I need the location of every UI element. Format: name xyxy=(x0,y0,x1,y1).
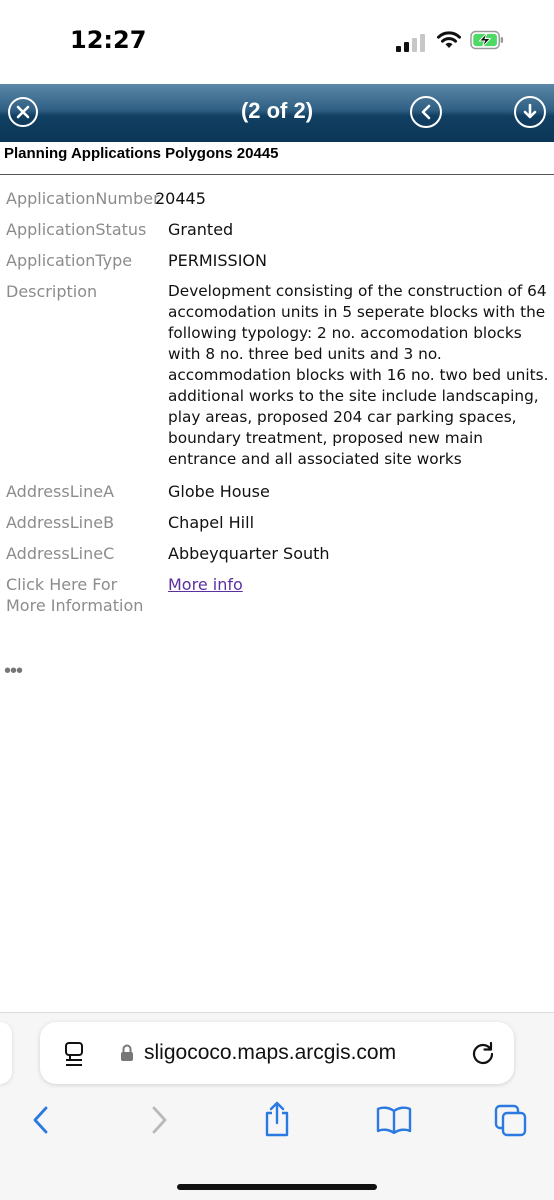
field-label-application-number: ApplicationNumber xyxy=(6,189,160,208)
field-value-application-number: 20445 xyxy=(155,189,206,208)
field-label-address-line-b: AddressLineB xyxy=(6,513,115,532)
signal-icon xyxy=(396,32,426,52)
field-label-address-line-a: AddressLineA xyxy=(6,482,115,501)
reload-icon[interactable] xyxy=(470,1040,496,1066)
status-time: 12:27 xyxy=(70,26,147,54)
feature-counter: (2 of 2) xyxy=(240,98,314,123)
battery-charging-icon xyxy=(470,30,504,50)
url-text[interactable]: sligococo.maps.arcgis.com xyxy=(144,1041,396,1065)
bookmarks-icon[interactable] xyxy=(376,1106,412,1134)
field-value-application-type: PERMISSION xyxy=(168,251,267,270)
reader-icon[interactable] xyxy=(64,1041,86,1067)
home-indicator xyxy=(177,1184,377,1190)
more-actions-button[interactable]: ••• xyxy=(4,660,23,683)
previous-tab-peek[interactable] xyxy=(0,1022,12,1084)
popup-header: (2 of 2) xyxy=(0,84,554,142)
layer-title: Planning Applications Polygons 20445 xyxy=(4,145,279,162)
divider xyxy=(0,174,554,175)
field-label-application-type: ApplicationType xyxy=(6,251,133,270)
field-label-application-status: ApplicationStatus xyxy=(6,220,147,239)
download-circle-icon xyxy=(523,103,537,119)
field-value-address-line-a: Globe House xyxy=(168,482,270,501)
tabs-icon[interactable] xyxy=(494,1104,528,1138)
forward-chevron-icon[interactable] xyxy=(148,1104,170,1136)
field-value-description: Development consisting of the constructi… xyxy=(168,282,549,468)
field-value-more-info: More info xyxy=(168,574,243,595)
back-circle-icon xyxy=(421,104,431,120)
previous-feature-button[interactable] xyxy=(410,96,442,128)
zoom-to-button[interactable] xyxy=(514,96,546,128)
share-icon[interactable] xyxy=(262,1100,292,1138)
back-chevron-icon[interactable] xyxy=(30,1104,52,1136)
field-value-application-status: Granted xyxy=(168,220,234,239)
field-label-more-information: Click Here For More Information xyxy=(6,575,144,615)
field-value-address-line-c: Abbeyquarter South xyxy=(168,544,330,563)
more-info-link[interactable]: More info xyxy=(168,575,243,594)
field-value-address-line-b: Chapel Hill xyxy=(168,513,255,532)
field-label-address-line-c: AddressLineC xyxy=(6,544,115,563)
status-bar: 12:27 xyxy=(0,0,554,82)
wifi-icon xyxy=(437,31,461,48)
field-label-description: Description xyxy=(6,282,98,301)
lock-icon xyxy=(121,1044,133,1061)
